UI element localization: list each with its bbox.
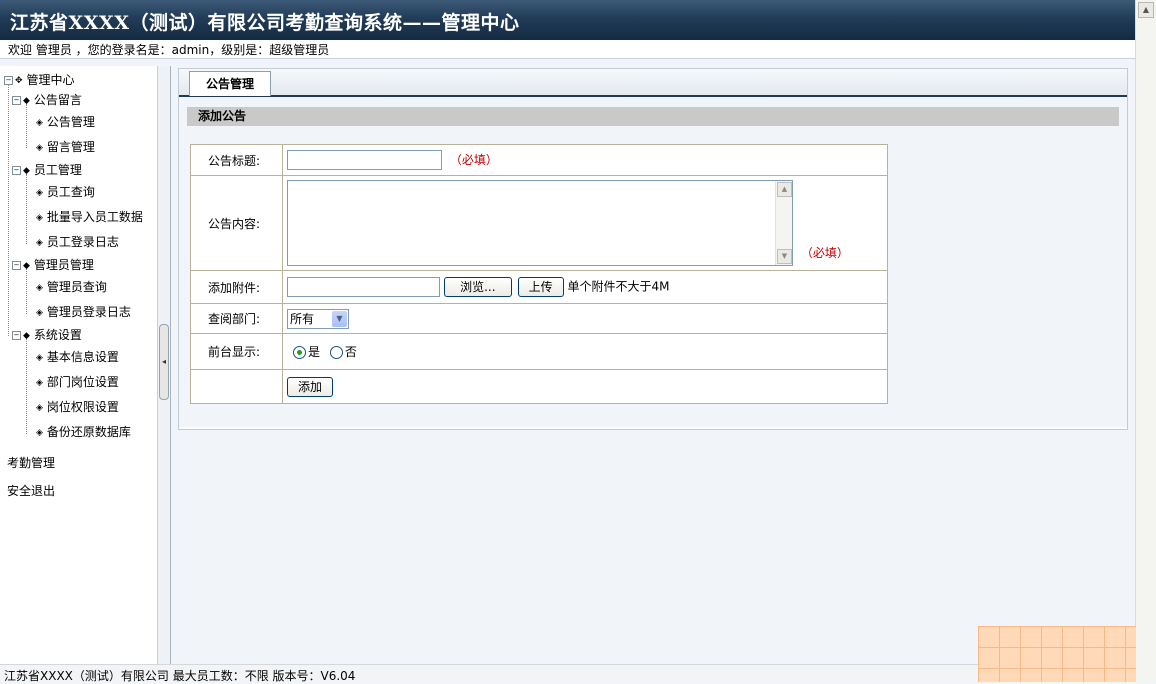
sidebar-group-announcements[interactable]: − ◆ 公告留言	[12, 91, 82, 109]
title-input[interactable]	[287, 150, 442, 170]
sidebar-item-announcement-manage[interactable]: ◈ 公告管理	[36, 113, 95, 131]
tree-line	[26, 339, 27, 434]
attach-hint: 单个附件不大于4M	[567, 279, 670, 294]
sidebar-item-admin-query[interactable]: ◈ 管理员查询	[36, 278, 107, 296]
diamond-icon: ◈	[36, 117, 43, 128]
page-scrollbar[interactable]: ▲	[1135, 0, 1156, 682]
scroll-down-arrow-icon[interactable]: ▼	[777, 249, 792, 264]
sidebar-item-staff-import[interactable]: ◈ 批量导入员工数据	[36, 208, 143, 226]
sidebar-item-admin-login-log[interactable]: ◈ 管理员登录日志	[36, 303, 131, 321]
tree-line	[8, 80, 9, 336]
sidebar-splitter[interactable]: ◂	[158, 66, 171, 664]
welcome-text: 欢迎 管理员 ，您的登录名是：admin，级别是：超级管理员	[8, 43, 330, 57]
sidebar: − ✥ 管理中心 − ◆ 公告留言 ◈ 公告管理 ◈ 留言管理 − ◆ 员工管理 ◈ 员工查询 ◈…	[0, 66, 158, 664]
sidebar-item-basic-info[interactable]: ◈ 基本信息设置	[36, 348, 119, 366]
collapse-icon[interactable]: −	[12, 166, 21, 175]
diamond-icon: ◈	[36, 352, 43, 363]
app-title: 江苏省XXXX（测试）有限公司考勤查询系统——管理中心	[10, 12, 520, 34]
attach-file-input[interactable]	[287, 277, 440, 297]
sidebar-link-logout[interactable]: 安全退出	[7, 482, 55, 499]
diamond-icon: ◈	[36, 237, 43, 248]
add-button[interactable]: 添加	[287, 376, 333, 397]
attach-label: 添加附件:	[190, 270, 283, 304]
sidebar-group-settings[interactable]: − ◆ 系统设置	[12, 326, 82, 344]
diamond-icon: ◆	[23, 330, 30, 341]
display-no-label: 否	[344, 345, 357, 359]
dept-select[interactable]: 所有 ▼	[287, 308, 349, 329]
tab-content: 添加公告 公告标题: （必填） 公告内容: ▲ ▼ （必填） 添加附件: 浏览.…	[179, 97, 1127, 427]
sidebar-root[interactable]: − ✥ 管理中心	[4, 71, 75, 89]
welcome-bar: 欢迎 管理员 ，您的登录名是：admin，级别是：超级管理员	[0, 40, 1136, 59]
collapse-icon[interactable]: −	[12, 331, 21, 340]
collapse-icon[interactable]: −	[12, 96, 21, 105]
collapse-sidebar-handle[interactable]: ◂	[159, 324, 169, 400]
diamond-icon: ◆	[23, 95, 30, 106]
status-footer: 江苏省XXXX（测试）有限公司 最大员工数：不限 版本号：V6.04	[0, 664, 1136, 683]
section-title: 添加公告	[187, 107, 1119, 126]
collapse-icon[interactable]: −	[12, 261, 21, 270]
diamond-icon: ◈	[36, 142, 43, 153]
textarea-scrollbar[interactable]: ▲ ▼	[775, 181, 792, 265]
title-required: （必填）	[449, 152, 498, 167]
browse-button[interactable]: 浏览...	[443, 277, 512, 297]
sidebar-item-staff-login-log[interactable]: ◈ 员工登录日志	[36, 233, 119, 251]
diamond-icon: ◆	[23, 260, 30, 271]
scroll-up-arrow-icon[interactable]: ▲	[1138, 2, 1154, 18]
sidebar-group-staff[interactable]: − ◆ 员工管理	[12, 161, 82, 179]
sidebar-group-admins[interactable]: − ◆ 管理员管理	[12, 256, 94, 274]
footer-text: 江苏省XXXX（测试）有限公司 最大员工数：不限 版本号：V6.04	[4, 669, 356, 683]
display-yes-radio[interactable]	[293, 346, 306, 359]
tab-bar: 公告管理	[179, 69, 1127, 97]
scroll-up-arrow-icon[interactable]: ▲	[777, 182, 792, 197]
tree-line	[26, 104, 27, 148]
sidebar-item-message-manage[interactable]: ◈ 留言管理	[36, 138, 95, 156]
display-no-radio[interactable]	[329, 346, 343, 359]
content-required: （必填）	[800, 245, 849, 260]
diamond-icon: ◈	[36, 282, 43, 293]
diamond-icon: ✥	[15, 75, 23, 86]
display-yes-label: 是	[308, 345, 321, 359]
diamond-icon: ◈	[36, 187, 43, 198]
title-label: 公告标题:	[190, 144, 283, 176]
tab-announcement-manage[interactable]: 公告管理	[189, 71, 271, 96]
sidebar-item-dept-post[interactable]: ◈ 部门岗位设置	[36, 373, 119, 391]
collapse-icon[interactable]: −	[4, 76, 13, 85]
content-label: 公告内容:	[190, 175, 283, 271]
tree-line	[26, 174, 27, 244]
diamond-icon: ◈	[36, 427, 43, 438]
dept-label: 查阅部门:	[190, 303, 283, 334]
chevron-down-icon[interactable]: ▼	[332, 310, 347, 327]
content-textarea[interactable]: ▲ ▼	[287, 180, 793, 266]
tree-line	[26, 269, 27, 314]
diamond-icon: ◈	[36, 377, 43, 388]
sidebar-item-backup-db[interactable]: ◈ 备份还原数据库	[36, 423, 131, 441]
corner-grid-decoration	[978, 626, 1136, 682]
upload-button[interactable]: 上传	[517, 277, 564, 297]
diamond-icon: ◈	[36, 402, 43, 413]
add-announcement-form: 公告标题: （必填） 公告内容: ▲ ▼ （必填） 添加附件: 浏览... 上传…	[190, 144, 888, 404]
app-header: 江苏省XXXX（测试）有限公司考勤查询系统——管理中心	[0, 0, 1136, 40]
diamond-icon: ◈	[36, 212, 43, 223]
display-label: 前台显示:	[190, 333, 283, 370]
diamond-icon: ◆	[23, 165, 30, 176]
sidebar-item-staff-query[interactable]: ◈ 员工查询	[36, 183, 95, 201]
sidebar-item-post-permission[interactable]: ◈ 岗位权限设置	[36, 398, 119, 416]
sidebar-link-attendance[interactable]: 考勤管理	[7, 454, 55, 471]
main-panel: 公告管理 添加公告 公告标题: （必填） 公告内容: ▲ ▼ （必填） 添加附件…	[178, 68, 1128, 430]
diamond-icon: ◈	[36, 307, 43, 318]
